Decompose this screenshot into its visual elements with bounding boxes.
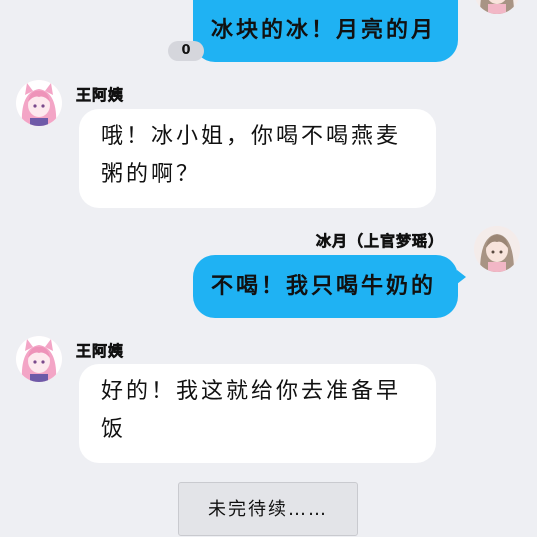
- message-text-line-2: 饭: [101, 417, 127, 442]
- pink-hair-girl-avatar-icon: [16, 80, 62, 126]
- bubble-tail: [457, 270, 466, 284]
- brown-hair-girl-avatar-icon: [474, 0, 520, 14]
- message-bubble-bingyue-1: 冰块的冰！月亮的月: [193, 0, 458, 62]
- message-text-line-1: 好的！我这就给你去准备早: [101, 379, 402, 404]
- message-text: 冰块的冰！月亮的月: [211, 18, 437, 43]
- message-bubble-aunt-wang-1: 哦！冰小姐，你喝不喝燕麦 粥的啊？: [79, 109, 436, 208]
- read-count-badge: 0: [168, 41, 204, 61]
- pink-hair-girl-avatar-icon: [16, 336, 62, 382]
- message-text: 不喝！我只喝牛奶的: [211, 274, 437, 299]
- to-be-continued-button[interactable]: 未完待续……: [178, 482, 358, 536]
- sender-name-aunt-wang: 王阿姨: [76, 86, 125, 105]
- sender-name-aunt-wang: 王阿姨: [76, 342, 125, 361]
- message-bubble-aunt-wang-2: 好的！我这就给你去准备早 饭: [79, 364, 436, 463]
- bingyue-avatar-top[interactable]: [474, 0, 520, 14]
- aunt-wang-avatar[interactable]: [16, 336, 62, 382]
- sender-name-bingyue: 冰月（上官梦瑶）: [316, 232, 445, 251]
- bingyue-avatar[interactable]: [474, 226, 520, 272]
- message-text-line-2: 粥的啊？: [101, 162, 202, 187]
- aunt-wang-avatar[interactable]: [16, 80, 62, 126]
- brown-hair-girl-avatar-icon: [474, 226, 520, 272]
- message-text-line-1: 哦！冰小姐，你喝不喝燕麦: [101, 124, 402, 149]
- message-bubble-bingyue-2: 不喝！我只喝牛奶的: [193, 255, 458, 318]
